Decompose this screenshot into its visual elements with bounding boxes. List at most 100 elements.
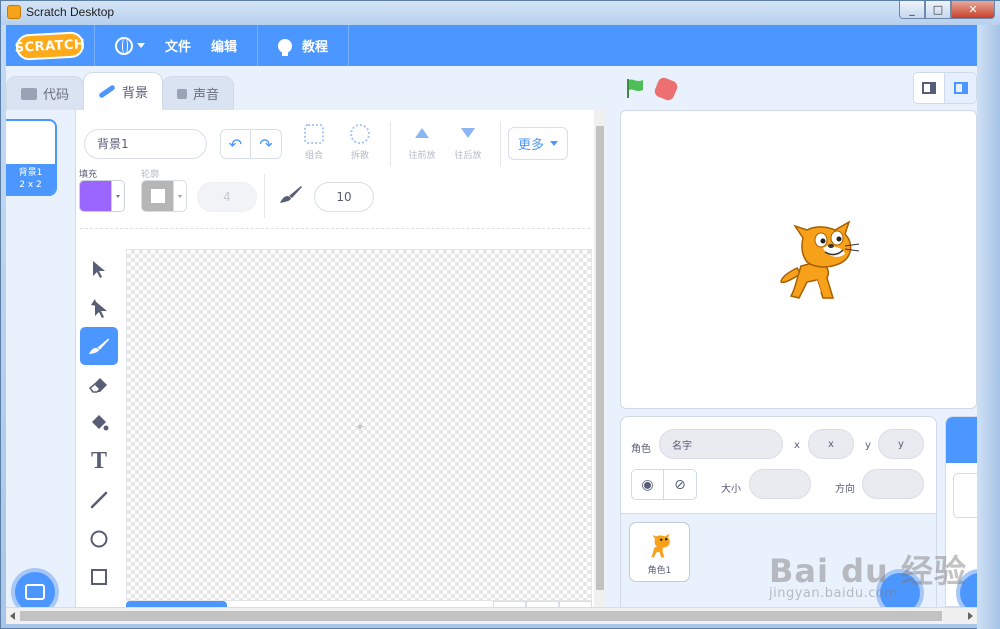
window-title: Scratch Desktop [26,5,115,19]
more-button[interactable]: 更多 [508,127,568,160]
chevron-down-icon [137,43,145,48]
arrow-up-icon [415,128,429,138]
backward-button[interactable]: 往后放 [446,124,490,161]
group-button[interactable]: 组合 [292,124,336,161]
backdrop-item[interactable]: 背景1 2 x 2 [6,119,57,196]
chevron-down-icon [173,181,186,211]
scratch-logo[interactable]: SCRATCH [14,30,86,61]
text-tool-button[interactable]: T [80,443,118,481]
eye-icon: ◉ [641,476,654,493]
tab-sounds[interactable]: 声音 [162,76,235,110]
reshape-tool-button[interactable] [80,289,118,327]
tab-backdrops-label: 背景 [122,86,149,101]
undo-button[interactable]: ↶ [220,129,251,159]
brush-size-input[interactable]: 10 [314,182,374,212]
reshape-icon [91,298,107,318]
fill-color-picker[interactable] [79,180,125,212]
line-tool-button[interactable] [80,481,118,519]
undo-icon: ↶ [228,134,243,154]
paint-bucket-icon [92,415,109,431]
eraser-tool-button[interactable] [80,366,118,404]
tutorials-menu[interactable]: 教程 [268,25,338,66]
hide-sprite-button[interactable]: ⊘ [664,469,697,500]
brush-tool-button[interactable] [80,327,118,365]
app-body: 代码 背景 声音 背景1 2 x 2 背景1 ↶ ↷ 组合 拆散 往前放 往后放… [6,66,977,607]
small-stage-button[interactable] [913,72,945,104]
backward-label: 往后放 [454,151,482,161]
cursor-icon [93,261,105,278]
green-flag-icon[interactable] [624,77,646,99]
ungroup-button[interactable]: 拆散 [338,124,382,161]
scrollbar-thumb[interactable] [20,611,942,621]
tutorials-label: 教程 [302,40,329,55]
eye-off-icon: ⊘ [674,476,686,493]
ungroup-icon [350,124,370,144]
minimize-button[interactable]: _ [899,1,925,19]
tab-code[interactable]: 代码 [6,76,85,110]
toolbar-divider [264,174,265,218]
toolbar-divider [500,122,501,166]
file-menu[interactable]: 文件 [155,25,201,66]
tab-code-label: 代码 [43,88,70,103]
sound-icon [177,88,188,99]
maximize-button[interactable]: □ [925,1,951,19]
scratch-cat-sprite[interactable] [777,218,861,304]
circle-tool-button[interactable] [80,520,118,558]
menu-divider [348,25,350,66]
drawing-canvas[interactable]: ✦ [126,249,592,601]
y-label: y [865,440,871,451]
y-input[interactable]: y [878,429,924,459]
sprite-name-input[interactable]: 名字 [659,429,783,459]
toolbar-divider [390,122,391,166]
arrow-down-icon [461,128,475,138]
group-icon [304,124,324,144]
stage-size-toggle [913,72,977,104]
x-label: x [794,440,800,451]
window-horizontal-scrollbar[interactable] [6,607,977,624]
tab-backdrops[interactable]: 背景 [83,72,164,110]
stop-icon[interactable] [652,75,680,103]
rectangle-tool-button[interactable] [80,558,118,596]
direction-input[interactable] [862,469,924,499]
outline-width-input[interactable]: 4 [197,182,257,212]
forward-label: 往前放 [408,151,436,161]
size-input[interactable] [749,469,811,499]
small-stage-icon [922,82,936,94]
window-edge [977,25,1000,629]
scrollbar-thumb[interactable] [596,126,604,590]
scroll-left-arrow-icon[interactable] [10,612,15,620]
forward-button[interactable]: 往前放 [400,124,444,161]
canvas-center-marker: ✦ [355,420,366,434]
fill-label: 填充 [79,170,98,180]
menu-divider [257,25,259,66]
sprite-name: 角色1 [647,566,672,576]
language-menu[interactable] [105,25,155,66]
select-tool-button[interactable] [80,250,118,288]
code-icon [21,87,37,100]
sprite-thumbnail [650,533,670,558]
stage[interactable] [620,110,977,409]
editor-scrollbar[interactable] [594,110,606,607]
show-sprite-button[interactable]: ◉ [631,469,664,500]
fill-tool-button[interactable] [80,404,118,442]
sprite-tile[interactable]: 角色1 [629,522,690,582]
stage-selector-header [946,417,977,463]
x-input[interactable]: x [808,429,854,459]
outline-color-picker[interactable] [141,180,187,212]
editor-tabs: 代码 背景 声音 [6,72,235,110]
watermark: Bai du 经验 jingyan.baidu.com [769,546,967,601]
chevron-down-icon [550,141,558,146]
large-stage-icon [953,82,968,94]
menu-bar: SCRATCH 文件 编辑 教程 [6,25,977,66]
tab-sounds-label: 声音 [193,88,220,103]
close-button[interactable]: ✕ [951,1,995,19]
redo-button[interactable]: ↷ [251,129,282,159]
costume-name-input[interactable]: 背景1 [84,129,207,159]
scroll-right-arrow-icon[interactable] [968,612,973,620]
line-icon [90,491,108,509]
large-stage-button[interactable] [945,72,977,104]
ungroup-label: 拆散 [350,151,369,161]
backdrop-name: 背景1 [18,168,43,178]
title-bar: Scratch Desktop _ □ ✕ [1,1,1000,25]
edit-menu[interactable]: 编辑 [201,25,247,66]
